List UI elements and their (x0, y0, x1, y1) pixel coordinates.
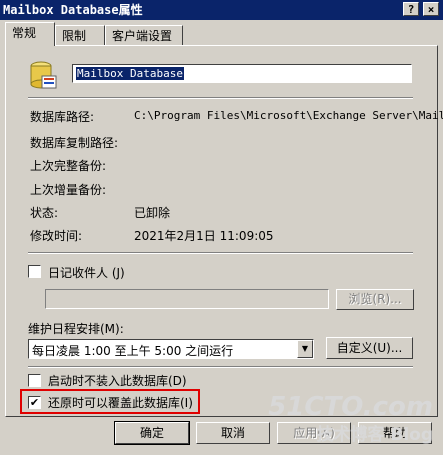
customize-button[interactable]: 自定义(U)... (326, 337, 413, 359)
no-mount-at-startup-label: 启动时不装入此数据库(D) (48, 374, 187, 388)
customize-button-label: 自定义(U)... (336, 341, 403, 355)
tab-general-label: 常规 (12, 26, 37, 40)
tab-general[interactable]: 常规 (5, 22, 55, 46)
ok-button[interactable]: 确定 (114, 421, 190, 445)
database-name-input[interactable]: Mailbox Database (72, 64, 412, 83)
status-value: 已卸除 (134, 206, 171, 220)
browse-button[interactable]: 浏览(R)... (336, 289, 414, 310)
close-button[interactable]: × (423, 2, 439, 16)
tab-client-settings-label: 客户端设置 (112, 29, 173, 43)
journal-recipient-checkbox[interactable] (28, 265, 41, 278)
highlight-box (20, 389, 200, 414)
maintenance-schedule-label: 维护日程安排(M): (28, 322, 124, 336)
apply-button-label: 应用(A) (293, 426, 335, 440)
cancel-button-label: 取消 (220, 426, 245, 440)
apply-button[interactable]: 应用(A) (277, 422, 351, 444)
help-button[interactable]: 帮助 (358, 422, 432, 444)
ok-button-label: 确定 (139, 426, 164, 440)
last-incremental-backup-label: 上次增量备份: (30, 183, 107, 197)
db-path-value: C:\Program Files\Microsoft\Exchange Serv… (134, 109, 443, 122)
separator (28, 252, 413, 254)
last-full-backup-label: 上次完整备份: (30, 159, 107, 173)
database-icon (30, 61, 57, 89)
maintenance-schedule-select[interactable]: 每日凌晨 1:00 至上午 5:00 之间运行 ▼ (28, 339, 314, 359)
journal-recipient-input[interactable] (45, 289, 329, 309)
tab-client-settings[interactable]: 客户端设置 (105, 25, 183, 45)
separator (28, 97, 413, 99)
no-mount-at-startup-checkbox[interactable] (28, 374, 41, 387)
modified-time-label: 修改时间: (30, 229, 83, 243)
cancel-button[interactable]: 取消 (196, 422, 270, 444)
close-icon: × (427, 3, 435, 16)
help-button-label: 帮助 (382, 426, 407, 440)
separator (28, 366, 413, 368)
journal-recipient-label: 日记收件人 (J) (48, 266, 125, 280)
chevron-down-icon[interactable]: ▼ (297, 340, 313, 358)
browse-button-label: 浏览(R)... (348, 292, 402, 306)
database-name-value: Mailbox Database (76, 67, 184, 80)
tab-limits[interactable]: 限制 (55, 25, 105, 45)
maintenance-schedule-value: 每日凌晨 1:00 至上午 5:00 之间运行 (32, 344, 234, 358)
db-path-label: 数据库路径: (30, 110, 95, 124)
copy-path-label: 数据库复制路径: (30, 136, 119, 150)
modified-time-value: 2021年2月1日 11:09:05 (134, 229, 274, 243)
window-titlebar: Mailbox Database属性 ? × (0, 0, 443, 20)
status-label: 状态: (30, 206, 59, 220)
help-title-button[interactable]: ? (403, 2, 419, 16)
help-icon: ? (407, 3, 415, 16)
tab-limits-label: 限制 (62, 29, 87, 43)
window-title: Mailbox Database属性 (3, 3, 143, 17)
